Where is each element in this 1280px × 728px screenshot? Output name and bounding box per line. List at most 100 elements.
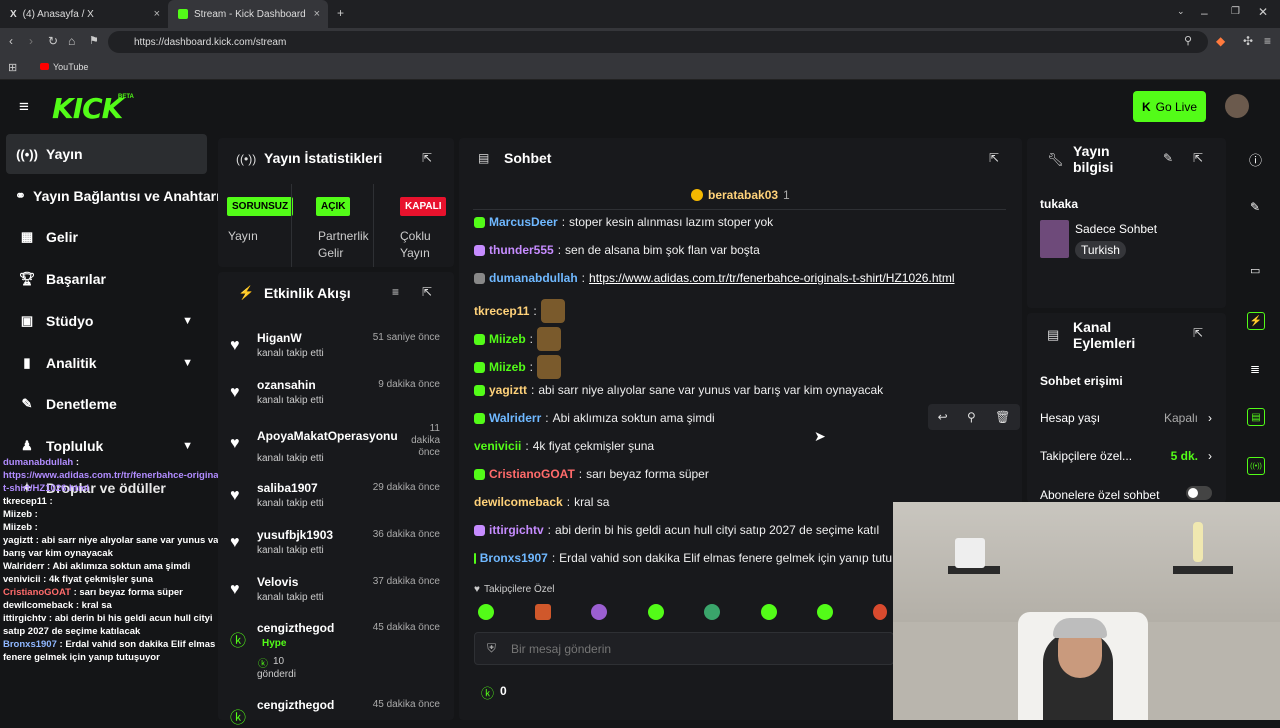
emote[interactable] [648,604,664,620]
emote[interactable] [591,604,607,620]
close-tab-icon[interactable]: × [154,8,160,20]
sidebar-item-analitik[interactable]: ▮ Analitik ▼ [6,343,207,383]
chat-link[interactable]: https://www.adidas.com.tr/tr/fenerbahce-… [589,271,954,285]
browser-tab[interactable]: X (4) Anasayfa / X × [0,0,168,28]
chat-username[interactable]: MarcusDeer [489,215,558,229]
brave-shield-icon[interactable]: ◆ [1216,34,1225,48]
chat-username[interactable]: yagiztt [489,383,527,397]
close-window-icon[interactable]: ✕ [1258,5,1268,19]
activity-user[interactable]: HiganW [257,331,302,345]
chat-message[interactable]: Miizeb: [474,327,562,351]
emote[interactable] [873,604,887,620]
chat-message[interactable]: CristianoGOAT: sarı beyaz forma süper [474,467,709,481]
chat-username[interactable]: dumanabdullah [489,271,578,285]
video-icon[interactable]: ▭ [1250,264,1260,277]
chat-username[interactable]: Miizeb [489,360,526,374]
setting-row-followers-only[interactable]: Takipçilere özel... 5 dk. › [1040,449,1212,463]
emote[interactable] [761,604,777,620]
chat-username[interactable]: thunder555 [489,243,554,257]
chat-username[interactable]: dewilcomeback [474,495,563,509]
browser-tab-active[interactable]: Stream - Kick Dashboard × [168,0,328,28]
activity-user[interactable]: Velovis [257,575,298,589]
activity-user[interactable]: cengizthegod [257,621,334,635]
close-tab-icon[interactable]: × [314,8,320,20]
popout-icon[interactable]: ⇱ [422,285,432,299]
activity-user[interactable]: ozansahin [257,378,316,392]
sidebar-item-studyo[interactable]: ▣ Stüdyo ▼ [6,301,207,341]
emote[interactable] [817,604,833,620]
new-tab-icon[interactable]: + [337,6,344,20]
forward-icon[interactable]: › [29,34,33,48]
minimize-icon[interactable]: – [1201,6,1208,20]
chat-message[interactable]: venivicii:4k fiyat çekmişler şuna [474,439,654,453]
popout-icon[interactable]: ⇱ [1193,326,1203,340]
delete-icon[interactable]: 🗑︎ [995,410,1010,424]
chat-input-box[interactable]: ⛨ [474,632,894,665]
bookmark-youtube[interactable]: YouTube [53,62,88,72]
bookmark-icon[interactable]: ⚑ [89,34,99,47]
pen-icon[interactable]: ✎ [1250,200,1260,214]
back-icon[interactable]: ‹ [9,34,13,48]
list-icon[interactable]: ≣ [1250,362,1260,376]
hamburger-menu-icon[interactable]: ≡ [19,97,29,117]
emote[interactable] [478,604,494,620]
bolt-icon[interactable]: ⚡ [1247,312,1265,330]
chat-username[interactable]: Miizeb [489,332,526,346]
sidebar-item-denetleme[interactable]: ✎ Denetleme [6,384,207,424]
chat-message[interactable]: MarcusDeer: stoper kesin alınması lazım s… [474,215,773,229]
chat-message[interactable]: yagiztt: abi sarr niye alıyolar sane var … [474,383,883,397]
emote[interactable] [535,604,551,620]
tab-list-icon[interactable]: ⌄ [1177,6,1185,17]
pin-icon[interactable]: ⚲ [967,410,976,424]
toggle-switch[interactable] [1186,486,1212,500]
edit-icon[interactable]: ✎ [1163,151,1173,165]
menu-icon[interactable]: ≡ [1264,34,1271,48]
chat-message[interactable]: dewilcomeback: kral sa [474,495,609,509]
chat-username[interactable]: ittirgichtv [489,523,544,537]
popout-icon[interactable]: ⇱ [989,151,999,165]
sidebar-item-basarilar[interactable]: 🏆︎ Başarılar [6,259,207,299]
zoom-icon[interactable]: ⚲ [1184,34,1192,47]
avatar[interactable] [1225,94,1249,118]
chat-icon[interactable]: ▤ [1247,408,1265,426]
chat-input[interactable] [511,639,881,659]
go-live-button[interactable]: K Go Live [1133,91,1206,122]
chat-username[interactable]: Bronxs1907 [480,551,548,565]
activity-user[interactable]: saliba1907 [257,481,318,495]
chat-username[interactable]: tkrecep11 [474,304,529,318]
chat-username[interactable]: Walriderr [489,411,541,425]
emote[interactable] [704,604,720,620]
popout-icon[interactable]: ⇱ [422,151,432,165]
chat-message[interactable]: thunder555: sen de alsana bim şok flan va… [474,243,760,257]
category-name[interactable]: Sadece Sohbet [1075,222,1157,236]
maximize-icon[interactable]: ❐ [1231,6,1240,17]
setting-row-account-age[interactable]: Hesap yaşı Kapalı › [1040,411,1212,425]
reply-icon[interactable]: ↩ [938,410,948,424]
chat-username[interactable]: CristianoGOAT [489,467,575,481]
activity-user[interactable]: yusufbjk1903 [257,528,333,542]
chat-message[interactable]: Walriderr: Abi aklımıza soktun ama şimdi [474,411,715,425]
address-bar[interactable]: https://dashboard.kick.com/stream ⚲ [108,31,1208,53]
chat-username[interactable]: venivicii [474,439,521,453]
chat-message[interactable]: dumanabdullah: https://www.adidas.com.tr/… [474,271,955,285]
chat-message[interactable]: Miizeb: [474,355,562,379]
setting-row-subscribers-only[interactable]: Abonelere özel sohbet [1040,486,1212,502]
activity-user[interactable]: cengizthegod [257,698,334,712]
reload-icon[interactable]: ↻ [48,34,58,48]
info-icon[interactable]: ⓘ [1249,150,1262,169]
home-icon[interactable]: ⌂ [68,34,75,48]
sidebar-item-gelir[interactable]: ▦ Gelir [6,217,207,257]
kick-logo[interactable]: KICK [52,92,123,125]
activity-user[interactable]: ApoyaMakatOperasyonu [257,429,398,443]
chat-message[interactable]: Bronxs1907: Erdal vahid son dakika Elif e… [474,551,892,565]
chat-message[interactable]: tkrecep11: [474,299,565,323]
pinned-gift[interactable]: beratabak03 1 [691,188,790,202]
broadcast-icon[interactable]: ((•)) [1247,457,1265,475]
apps-icon[interactable]: ⊞ [8,61,17,74]
popout-icon[interactable]: ⇱ [1193,151,1203,165]
sidebar-item-stream-key[interactable]: ⚭ Yayın Bağlantısı ve Anahtarı [6,176,220,216]
filter-icon[interactable]: ≡ [392,285,399,299]
chat-message[interactable]: ittirgichtv: abi derin bi his geldi acun … [474,523,879,537]
sidebar-item-yayin[interactable]: ((•)) Yayın [6,134,207,174]
extensions-icon[interactable]: ✣ [1243,34,1253,48]
